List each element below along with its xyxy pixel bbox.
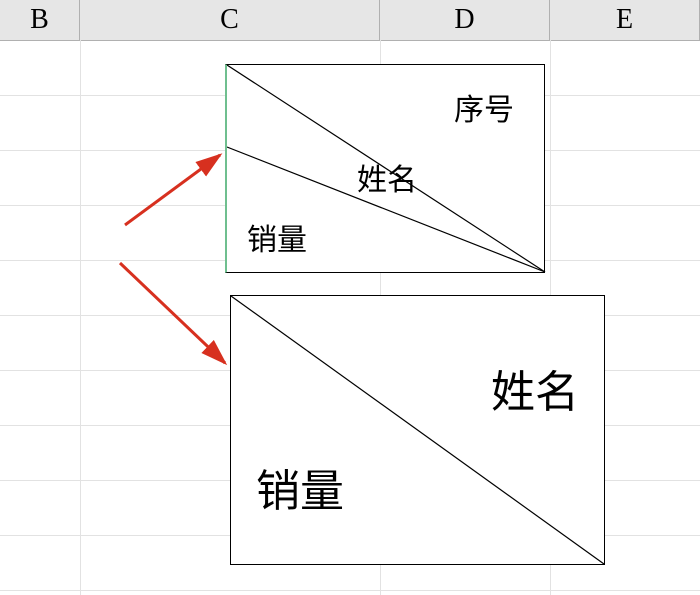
label-name: 姓名 <box>357 155 417 199</box>
arrow-icon <box>120 145 240 235</box>
diagonal-header-box-2way: 姓名 销量 <box>230 295 605 565</box>
label-name-large: 姓名 <box>491 356 579 420</box>
label-sequence: 序号 <box>454 85 514 129</box>
column-header-strip: B C D E <box>0 0 700 41</box>
column-header-D[interactable]: D <box>380 0 550 40</box>
gridline-vertical <box>80 40 81 595</box>
column-header-B[interactable]: B <box>0 0 80 40</box>
label-sales-large: 销量 <box>256 455 344 519</box>
column-header-E[interactable]: E <box>550 0 700 40</box>
label-sales: 销量 <box>247 215 307 259</box>
gridline-horizontal <box>0 590 700 591</box>
arrow-icon <box>115 258 245 378</box>
diagonal-line-2way-icon <box>231 296 606 566</box>
diagonal-header-box-3way: 序号 姓名 销量 <box>225 64 545 273</box>
column-header-C[interactable]: C <box>80 0 380 40</box>
